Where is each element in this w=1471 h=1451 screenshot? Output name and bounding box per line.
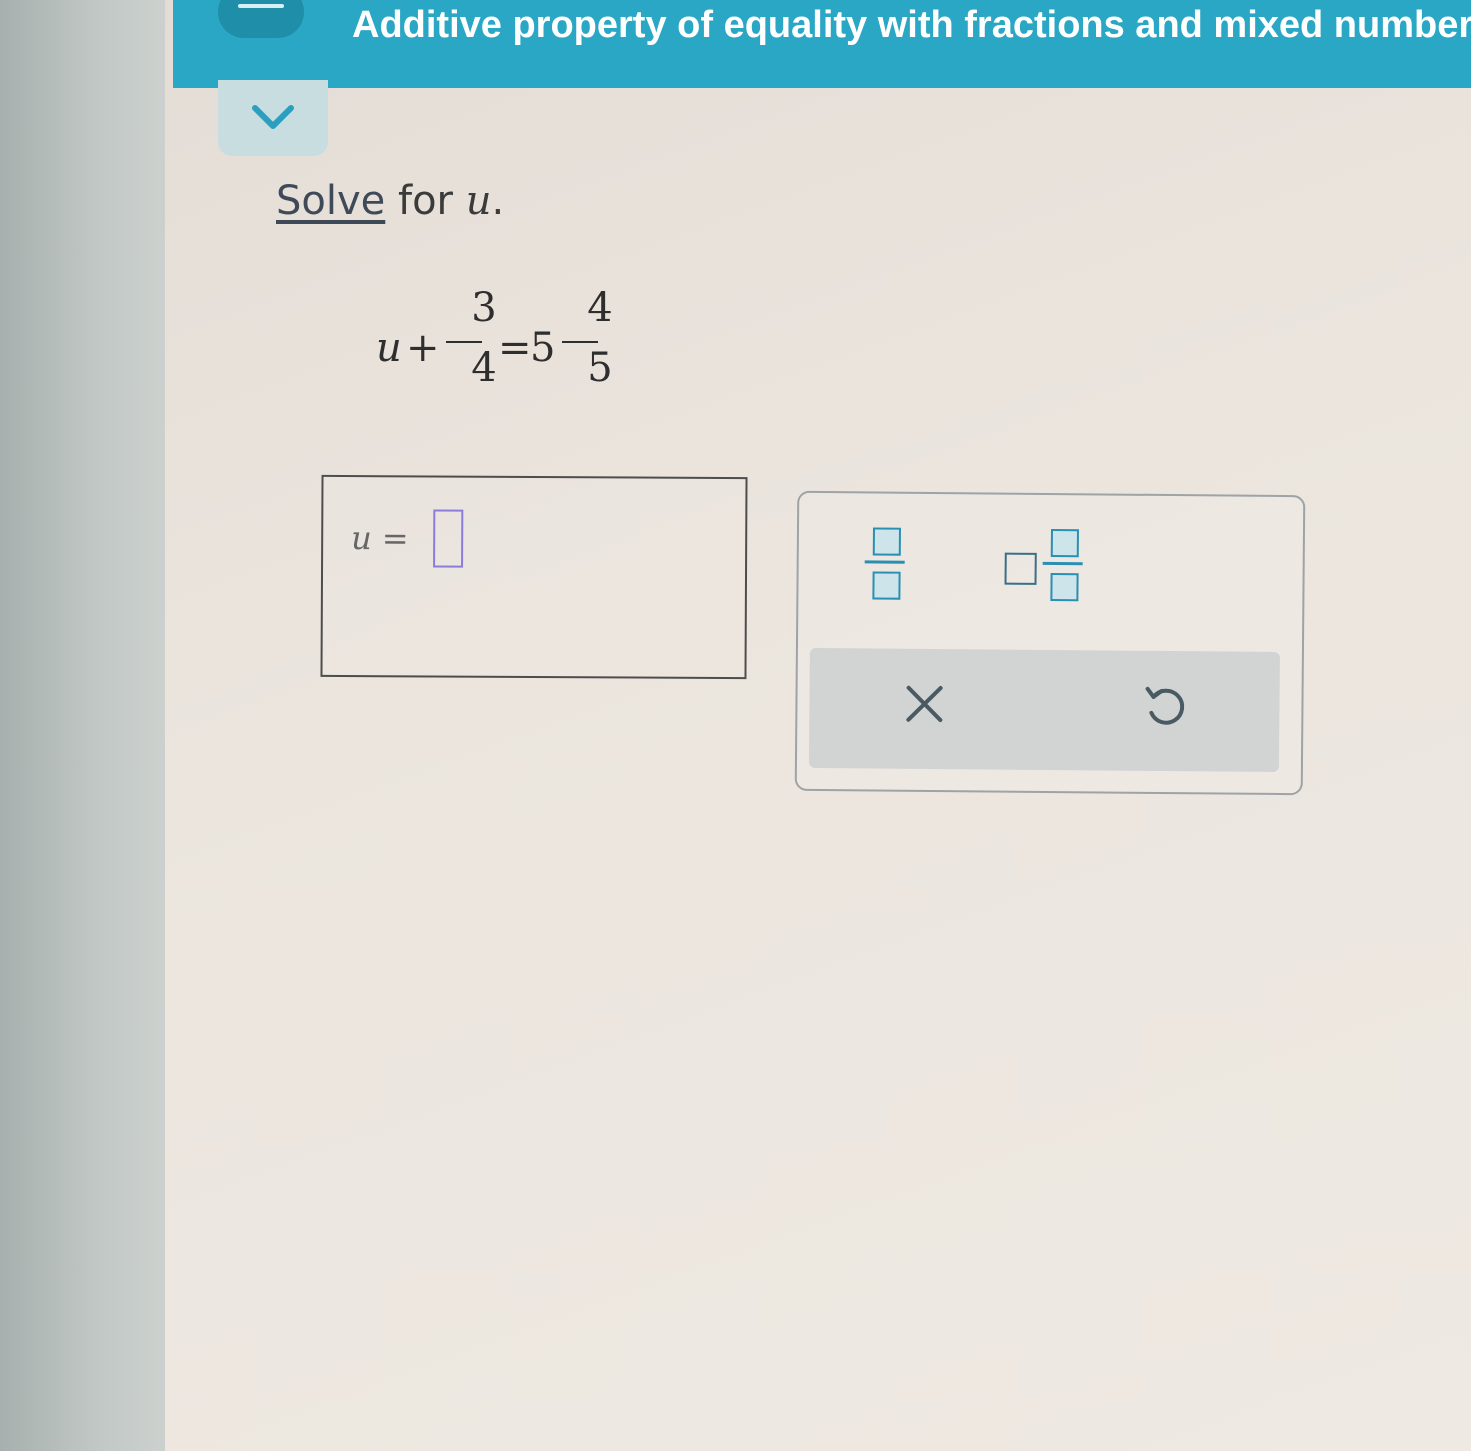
undo-icon [1145, 686, 1185, 725]
fraction-numerator: 4 [587, 285, 613, 331]
device-bezel [0, 0, 175, 1451]
numerator-box-icon [1050, 529, 1079, 558]
numerator-box-icon [872, 527, 902, 556]
answer-variable: u [351, 519, 372, 558]
problem-instruction: Solve for u. [276, 178, 504, 224]
lesson-title: Additive property of equality with fract… [352, 4, 1471, 46]
whole-box-icon [1004, 552, 1037, 585]
collapse-toggle-button[interactable] [218, 80, 328, 156]
fraction-button[interactable] [856, 527, 917, 608]
clear-button[interactable] [899, 679, 949, 729]
chevron-down-icon [252, 105, 294, 129]
equation-variable: u [376, 325, 402, 371]
instruction-variable: u [465, 178, 492, 224]
solve-link[interactable]: Solve [276, 178, 385, 224]
instruction-period: . [491, 178, 505, 224]
fraction-bar-icon [864, 560, 905, 564]
answer-area: u = [320, 474, 748, 680]
answer-label: u = [351, 519, 409, 557]
undo-button[interactable] [1139, 681, 1189, 731]
menu-icon [238, 4, 284, 8]
close-icon [906, 685, 943, 723]
math-keypad [794, 490, 1306, 796]
mixed-number-button[interactable] [998, 529, 1099, 610]
answer-input[interactable] [433, 509, 464, 568]
fraction-denominator: 5 [587, 345, 613, 391]
fraction-bar [562, 341, 598, 343]
fraction-bar-icon [1042, 561, 1083, 566]
denominator-box-icon [1050, 573, 1079, 602]
fraction-bar [446, 341, 482, 343]
equation-plus: + [406, 325, 440, 371]
mixed-number-whole: 5 [530, 325, 556, 371]
instruction-text: for [397, 178, 453, 224]
menu-button[interactable] [218, 0, 304, 38]
keypad-action-row [808, 647, 1280, 773]
denominator-box-icon [872, 571, 901, 600]
answer-equals: = [381, 519, 409, 558]
equation-equals: = [498, 325, 532, 371]
